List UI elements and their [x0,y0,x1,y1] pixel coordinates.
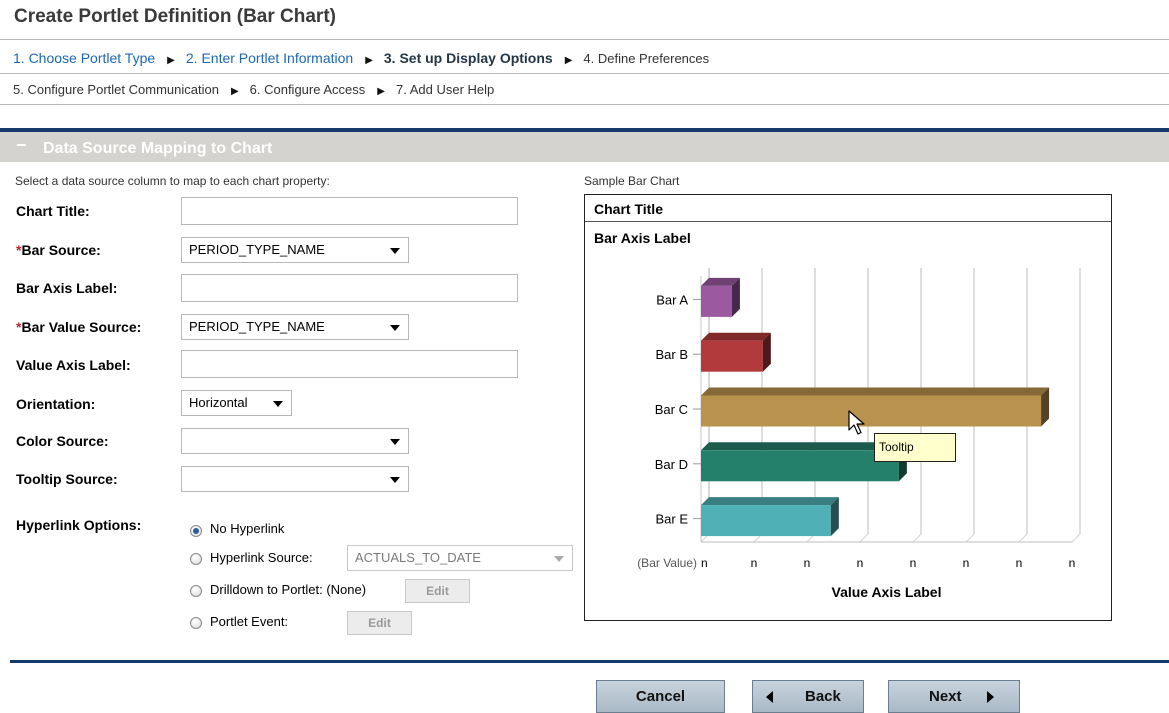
footer-divider [10,660,1169,663]
bar-axis-label-input[interactable] [181,274,518,302]
chevron-down-icon [390,439,400,445]
step-arrow-icon: ▶ [377,86,385,97]
bar [701,450,899,482]
category-tick-label: Bar A [656,292,688,307]
step-arrow-icon: ▶ [564,55,573,66]
tooltip-source-select[interactable] [181,466,409,492]
chart-title: Chart Title [594,201,663,217]
category-tick-label: Bar E [655,512,688,527]
page-title: Create Portlet Definition (Bar Chart) [14,6,336,27]
value-tick-label: n [804,556,811,570]
chart-gridline-floor [965,533,975,543]
hyperlink-source-label[interactable]: Hyperlink Source: [210,550,313,565]
value-tick-label: n [910,556,917,570]
step-add-user-help: 7. Add User Help [395,82,495,97]
step-choose-portlet-type[interactable]: 1. Choose Portlet Type [13,50,155,66]
step-set-up-display-options: 3. Set up Display Options [383,50,553,66]
value-tick-label: n [751,556,758,570]
portlet-event-radio[interactable] [190,617,202,629]
chart-title-input[interactable] [181,197,518,225]
steps-bottom-divider [0,104,1169,105]
step-arrow-icon: ▶ [167,55,175,66]
color-source-select[interactable] [181,428,409,454]
chevron-down-icon [554,556,564,562]
step-arrow-icon: ▶ [365,55,373,66]
drilldown-label[interactable]: Drilldown to Portlet: (None) [210,582,366,597]
bar-value-source-label: *Bar Value Source: [16,319,142,335]
bar-source-select[interactable]: PERIOD_TYPE_NAME [181,237,409,263]
sample-chart-caption: Sample Bar Chart [584,174,680,188]
value-tick-label: n [1069,556,1076,570]
color-source-label: Color Source: [16,433,109,449]
bar-top-face [701,387,1050,396]
step-arrow-icon: ▶ [230,86,239,97]
bar [701,340,763,372]
portlet-event-edit-button[interactable]: Edit [347,611,412,635]
hyperlink-source-select[interactable]: ACTUALS_TO_DATE [347,545,573,571]
value-axis-label-label: Value Axis Label: [16,357,131,373]
value-tick-label: n [1016,556,1023,570]
bar-top-face [701,332,771,341]
chart-title-label: Chart Title: [16,203,90,219]
cancel-button[interactable]: Cancel [596,680,725,713]
next-button[interactable]: Next [888,680,1020,713]
mapping-instructions: Select a data source column to map to ea… [15,174,330,188]
bar [701,285,732,317]
step-define-preferences: 4. Define Preferences [583,51,710,66]
chevron-down-icon [390,477,400,483]
no-hyperlink-radio[interactable] [190,525,202,537]
hyperlink-options-label: Hyperlink Options: [16,517,142,533]
bar [701,395,1042,427]
orientation-label: Orientation: [16,396,96,412]
orientation-select[interactable]: Horizontal [181,390,292,416]
category-tick-label: Bar C [655,402,688,417]
category-tick-label: Bar D [655,457,688,472]
value-tick-label: n [701,556,708,570]
step-enter-portlet-information[interactable]: 2. Enter Portlet Information [186,50,353,66]
chart-title-row [585,195,1111,222]
chart-gridline-floor [912,533,922,543]
step-configure-portlet-communication: 5. Configure Portlet Communication [13,82,219,97]
bar-source-label: *Bar Source: [16,242,101,258]
bar [701,505,831,537]
no-hyperlink-label[interactable]: No Hyperlink [210,521,284,536]
bar-axis-label: Bar Axis Label [594,230,691,246]
back-arrow-icon [766,691,773,703]
value-axis-label: Value Axis Label [832,584,942,600]
chart-tooltip: Tooltip [874,433,956,462]
value-tick-prefix: (Bar Value) [637,556,697,570]
chevron-down-icon [390,325,400,331]
drilldown-edit-button[interactable]: Edit [405,579,470,603]
wizard-steps-row-2: 5. Configure Portlet Communication ▶ 6. Co… [13,82,494,97]
chart-gridline-floor [859,533,869,543]
bar-axis-label-label: Bar Axis Label: [16,280,118,296]
portlet-event-label[interactable]: Portlet Event: [210,614,288,629]
next-arrow-icon [987,691,994,703]
mouse-pointer-icon [848,410,865,435]
wizard-steps-row-1: 1. Choose Portlet Type ▶ 2. Enter Portlet … [13,50,709,66]
back-button[interactable]: Back [752,680,864,713]
category-tick-label: Bar B [655,347,688,362]
drilldown-radio[interactable] [190,585,202,597]
title-divider [0,39,1169,40]
bar-value-source-select[interactable]: PERIOD_TYPE_NAME [181,314,409,340]
chevron-down-icon [390,248,400,254]
chart-gridline-floor [1071,533,1081,543]
tooltip-source-label: Tooltip Source: [16,471,118,487]
collapse-icon[interactable]: − [16,135,27,156]
value-axis-label-input[interactable] [181,350,518,378]
value-tick-label: n [963,556,970,570]
chart-gridline-floor [1018,533,1028,543]
steps-divider [0,73,1169,74]
value-tick-label: n [857,556,864,570]
section-title: Data Source Mapping to Chart [43,140,273,157]
step-configure-access: 6. Configure Access [249,82,366,97]
bar-top-face [701,497,839,506]
hyperlink-source-radio[interactable] [190,553,202,565]
chevron-down-icon [273,401,283,407]
